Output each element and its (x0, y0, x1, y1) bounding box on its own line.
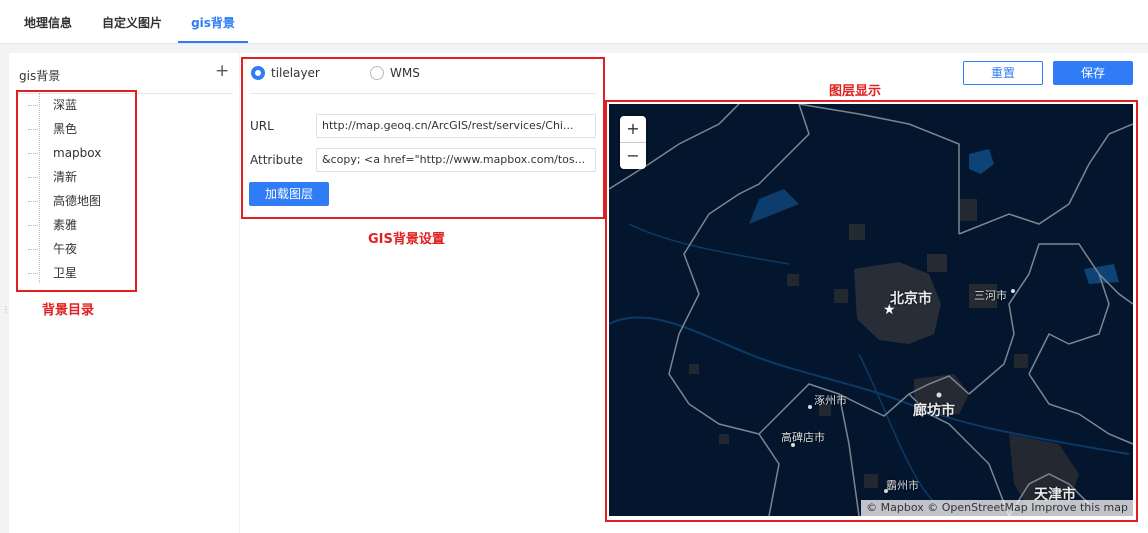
tab-geo-info[interactable]: 地理信息 (18, 0, 78, 43)
catalog-highlight-box (16, 90, 137, 292)
display-highlight-box (605, 100, 1138, 522)
plus-icon[interactable]: + (215, 61, 229, 81)
catalog-title: gis背景 (19, 69, 61, 83)
tab-custom-image[interactable]: 自定义图片 (96, 0, 168, 43)
tab-gis-background[interactable]: gis背景 (178, 0, 248, 43)
settings-annotation: GIS背景设置 (368, 232, 445, 247)
catalog-annotation: 背景目录 (42, 303, 95, 318)
display-annotation: 图层显示 (829, 84, 882, 99)
tab-bar: 地理信息 自定义图片 gis背景 (0, 0, 1148, 44)
settings-highlight-box (241, 57, 605, 219)
save-button[interactable]: 保存 (1053, 61, 1133, 85)
reset-button[interactable]: 重置 (963, 61, 1043, 85)
resize-handle-icon[interactable]: ⋮ (2, 305, 10, 314)
